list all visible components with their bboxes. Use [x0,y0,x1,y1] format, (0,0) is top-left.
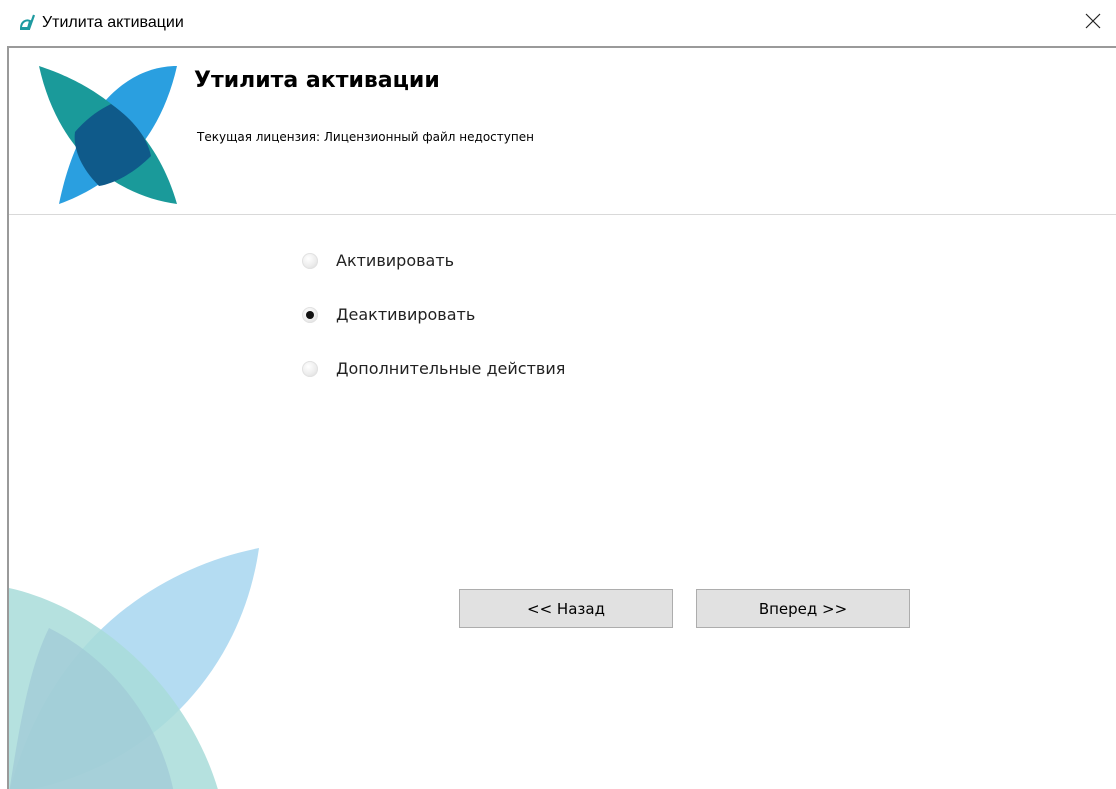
option-label: Дополнительные действия [336,359,566,378]
option-deactivate[interactable]: Деактивировать [298,302,565,328]
window-title: Утилита активации [42,14,184,31]
option-additional-actions[interactable]: Дополнительные действия [298,356,565,382]
title-bar: Утилита активации [0,0,1116,46]
radio-deactivate[interactable] [302,307,318,323]
option-activate[interactable]: Активировать [298,248,565,274]
close-button[interactable] [1070,0,1116,46]
option-label: Активировать [336,251,455,270]
radio-additional-actions[interactable] [302,361,318,377]
back-button[interactable]: << Назад [459,589,673,628]
license-status: Текущая лицензия: Лицензионный файл недо… [197,130,534,144]
action-options: Активировать Деактивировать Дополнительн… [298,248,565,410]
app-logo-icon [18,12,38,32]
close-icon [1084,12,1102,34]
radio-activate[interactable] [302,253,318,269]
next-button[interactable]: Вперед >> [696,589,910,628]
background-art [9,548,269,789]
option-label: Деактивировать [336,305,476,324]
app-title: Утилита активации [194,68,440,93]
header-banner: Утилита активации Текущая лицензия: Лице… [9,48,1116,215]
content-frame: Утилита активации Текущая лицензия: Лице… [7,46,1116,789]
product-logo [39,66,177,204]
activation-window: Утилита активации Утилита активации Теку… [0,0,1116,789]
